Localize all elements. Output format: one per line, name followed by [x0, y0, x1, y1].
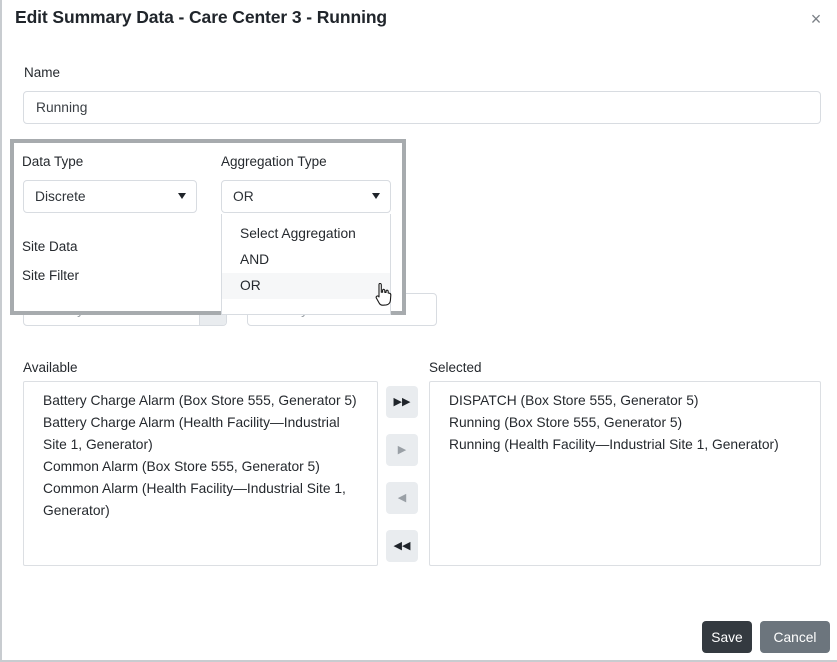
- list-item[interactable]: Running (Box Store 555, Generator 5): [430, 412, 820, 434]
- chevron-left-icon[interactable]: ◀: [386, 482, 418, 514]
- aggregation-type-value: OR: [233, 189, 254, 204]
- aggregation-option-select[interactable]: Select Aggregation: [222, 221, 390, 247]
- name-input[interactable]: [23, 91, 821, 124]
- available-label: Available: [23, 360, 78, 375]
- modal-header: Edit Summary Data - Care Center 3 - Runn…: [2, 0, 837, 42]
- aggregation-type-select[interactable]: OR: [221, 180, 391, 213]
- list-item[interactable]: Common Alarm (Health Facility—Industrial…: [24, 478, 377, 522]
- selected-listbox[interactable]: DISPATCH (Box Store 555, Generator 5) Ru…: [429, 381, 821, 566]
- save-button[interactable]: Save: [702, 621, 752, 653]
- list-item[interactable]: Common Alarm (Box Store 555, Generator 5…: [24, 456, 377, 478]
- list-item[interactable]: Running (Health Facility—Industrial Site…: [430, 434, 820, 456]
- double-chevron-left-icon[interactable]: ◀◀: [386, 530, 418, 562]
- close-icon[interactable]: ×: [804, 7, 828, 31]
- cancel-button[interactable]: Cancel: [760, 621, 830, 653]
- site-filter-label: Site Filter: [22, 268, 79, 283]
- list-item[interactable]: DISPATCH (Box Store 555, Generator 5): [430, 390, 820, 412]
- selected-label: Selected: [429, 360, 482, 375]
- name-label: Name: [24, 65, 60, 80]
- chevron-down-icon: [178, 193, 186, 199]
- aggregation-option-or[interactable]: OR: [222, 273, 390, 299]
- edit-summary-data-modal: Edit Summary Data - Care Center 3 - Runn…: [0, 0, 837, 662]
- data-type-select[interactable]: Discrete: [23, 180, 197, 213]
- available-listbox[interactable]: Battery Charge Alarm (Box Store 555, Gen…: [23, 381, 378, 566]
- list-item[interactable]: Battery Charge Alarm (Box Store 555, Gen…: [24, 390, 377, 412]
- list-item[interactable]: Battery Charge Alarm (Health Facility—In…: [24, 412, 377, 456]
- site-data-label: Site Data: [22, 239, 78, 254]
- aggregation-type-label: Aggregation Type: [221, 154, 327, 169]
- data-type-value: Discrete: [35, 189, 86, 204]
- chevron-down-icon: [372, 193, 380, 199]
- data-type-label: Data Type: [22, 154, 83, 169]
- aggregation-type-dropdown-menu: Select Aggregation AND OR: [221, 214, 391, 315]
- page-title: Edit Summary Data - Care Center 3 - Runn…: [15, 7, 387, 28]
- double-chevron-right-icon[interactable]: ▶▶: [386, 386, 418, 418]
- aggregation-option-and[interactable]: AND: [222, 247, 390, 273]
- chevron-right-icon[interactable]: ▶: [386, 434, 418, 466]
